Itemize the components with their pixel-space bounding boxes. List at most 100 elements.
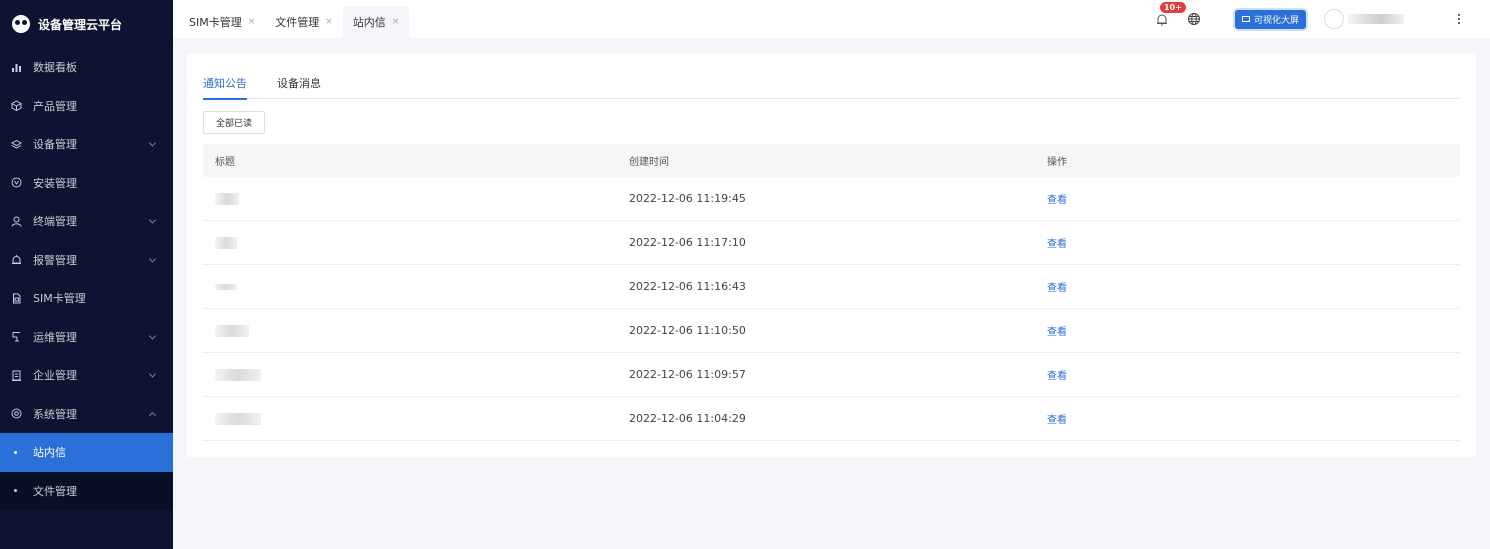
globe-icon[interactable] xyxy=(1187,12,1201,26)
chevron-down-icon xyxy=(148,255,157,263)
page-tabs: SIM卡管理 × 文件管理 × 站内信 × xyxy=(173,0,410,38)
view-link[interactable]: 查看 xyxy=(1047,283,1067,294)
sidebar-item-sim[interactable]: SIM卡管理 xyxy=(0,279,173,318)
bell-icon[interactable]: 10+ xyxy=(1155,2,1186,26)
sim-icon xyxy=(10,292,22,304)
sidebar-subitem-inbox[interactable]: 站内信 xyxy=(0,433,173,472)
sidebar-item-product[interactable]: 产品管理 xyxy=(0,87,173,126)
mark-all-read-button[interactable]: 全部已读 xyxy=(203,111,266,134)
bullet-icon xyxy=(14,489,17,493)
bar-chart-icon xyxy=(10,61,22,73)
title-cell xyxy=(203,324,629,337)
table-row: 2022-12-06 11:10:50 查看 xyxy=(203,309,1460,353)
sidebar-item-label: 运维管理 xyxy=(33,330,77,344)
sidebar-item-enterprise[interactable]: 企业管理 xyxy=(0,356,173,395)
table-header: 标题 创建时间 操作 xyxy=(203,144,1460,177)
table-row: 2022-12-06 11:04:29 查看 xyxy=(203,397,1460,441)
cube-icon xyxy=(10,100,22,112)
table-row: 2022-12-06 11:09:57 查看 xyxy=(203,353,1460,397)
chevron-up-icon xyxy=(148,411,157,419)
sidebar-item-system[interactable]: 系统管理 xyxy=(0,395,173,434)
message-table: 标题 创建时间 操作 2022-12-06 11:19:45 查看 2022-1… xyxy=(203,144,1460,441)
avatar[interactable] xyxy=(1324,9,1344,29)
title-cell xyxy=(203,412,629,425)
notification-badge: 10+ xyxy=(1159,2,1186,13)
wrench-icon xyxy=(10,331,22,343)
view-link[interactable]: 查看 xyxy=(1047,415,1067,426)
table-row: 2022-12-06 11:19:45 查看 xyxy=(203,177,1460,221)
sidebar-subitem-files[interactable]: 文件管理 xyxy=(0,472,173,511)
view-link[interactable]: 查看 xyxy=(1047,371,1067,382)
column-header-created: 创建时间 xyxy=(629,157,669,168)
user-icon xyxy=(10,215,22,227)
sidebar-item-label: 终端管理 xyxy=(33,215,77,229)
column-header-title: 标题 xyxy=(215,157,235,168)
message-tabs: 通知公告 设备消息 xyxy=(203,75,1460,100)
bullet-icon xyxy=(14,450,17,454)
title-cell xyxy=(203,236,629,249)
sidebar-item-label: SIM卡管理 xyxy=(33,292,86,306)
sidebar-submenu: 站内信 文件管理 xyxy=(0,433,173,510)
tab-inbox[interactable]: 站内信 × xyxy=(342,6,410,38)
tab-device-messages[interactable]: 设备消息 xyxy=(277,75,321,99)
close-icon[interactable]: × xyxy=(392,17,400,27)
sidebar-menu: 数据看板 产品管理 设备管理 安装管理 终端管理 报警管理 SIM卡管理 运维管… xyxy=(0,48,173,433)
username-redacted[interactable] xyxy=(1348,14,1404,24)
tab-files[interactable]: 文件管理 × xyxy=(265,6,343,38)
sidebar-item-label: 报警管理 xyxy=(33,253,77,267)
redacted-title xyxy=(215,324,249,337)
created-cell: 2022-12-06 11:17:10 xyxy=(629,236,746,249)
tab-announcements[interactable]: 通知公告 xyxy=(203,75,247,100)
sidebar-subitem-label: 文件管理 xyxy=(33,484,77,498)
visualize-label: 可视化大屏 xyxy=(1253,15,1299,26)
visualize-screen-button[interactable]: 可视化大屏 xyxy=(1234,9,1306,29)
tab-label: SIM卡管理 xyxy=(189,16,242,29)
title-cell xyxy=(203,283,629,290)
redacted-title xyxy=(215,192,239,205)
app-logo[interactable]: 设备管理云平台 xyxy=(0,0,173,48)
sidebar-item-label: 产品管理 xyxy=(33,99,77,113)
sidebar-item-dashboard[interactable]: 数据看板 xyxy=(0,48,173,87)
top-header: SIM卡管理 × 文件管理 × 站内信 × 10+ 可视化大屏 xyxy=(173,0,1490,38)
app-title: 设备管理云平台 xyxy=(38,17,123,32)
sidebar-item-label: 设备管理 xyxy=(33,138,77,152)
created-cell: 2022-12-06 11:04:29 xyxy=(629,412,746,425)
close-icon[interactable]: × xyxy=(248,17,256,27)
sidebar-item-device[interactable]: 设备管理 xyxy=(0,125,173,164)
chevron-down-icon xyxy=(148,332,157,340)
redacted-title xyxy=(215,368,261,381)
sidebar-item-install[interactable]: 安装管理 xyxy=(0,164,173,203)
sidebar-item-label: 安装管理 xyxy=(33,176,77,190)
monitor-icon xyxy=(1241,16,1250,22)
created-cell: 2022-12-06 11:09:57 xyxy=(629,368,746,381)
view-link[interactable]: 查看 xyxy=(1047,239,1067,250)
alarm-icon xyxy=(10,254,22,266)
chevron-down-icon xyxy=(148,216,157,224)
sidebar: 设备管理云平台 数据看板 产品管理 设备管理 安装管理 终端管理 报警管理 SI… xyxy=(0,0,173,549)
gear-icon xyxy=(10,408,22,420)
title-cell xyxy=(203,192,629,205)
logo-icon xyxy=(12,15,30,33)
main-card: 通知公告 设备消息 全部已读 标题 创建时间 操作 2022-12-06 11:… xyxy=(187,53,1476,457)
close-icon[interactable]: × xyxy=(325,17,333,27)
header-actions: 10+ 可视化大屏 xyxy=(1155,0,1490,38)
sidebar-subitem-label: 站内信 xyxy=(33,446,66,460)
column-header-action: 操作 xyxy=(1047,157,1067,168)
tool-icon xyxy=(10,177,22,189)
created-cell: 2022-12-06 11:16:43 xyxy=(629,280,746,293)
sidebar-item-alarm[interactable]: 报警管理 xyxy=(0,241,173,280)
more-vertical-icon[interactable] xyxy=(1458,14,1462,24)
tab-label: 文件管理 xyxy=(275,16,320,29)
chevron-down-icon xyxy=(148,370,157,378)
building-icon xyxy=(10,369,22,381)
sidebar-item-ops[interactable]: 运维管理 xyxy=(0,318,173,357)
title-cell xyxy=(203,368,629,381)
redacted-title xyxy=(215,236,237,249)
table-row: 2022-12-06 11:17:10 查看 xyxy=(203,221,1460,265)
tab-sim[interactable]: SIM卡管理 × xyxy=(179,6,265,38)
view-link[interactable]: 查看 xyxy=(1047,195,1067,206)
view-link[interactable]: 查看 xyxy=(1047,327,1067,338)
tab-label: 站内信 xyxy=(352,16,386,29)
layers-icon xyxy=(10,138,22,150)
sidebar-item-terminal[interactable]: 终端管理 xyxy=(0,202,173,241)
